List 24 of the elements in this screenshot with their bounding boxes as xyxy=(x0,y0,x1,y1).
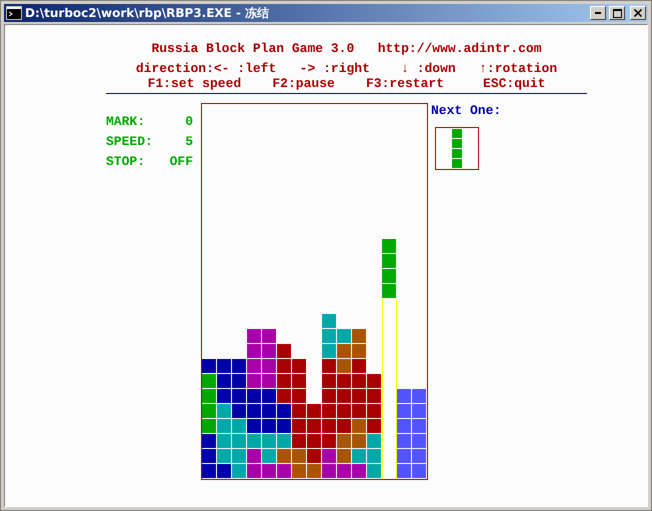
stat-label: MARK: xyxy=(106,114,146,129)
close-button[interactable] xyxy=(630,6,646,20)
stat-label: STOP: xyxy=(106,154,146,169)
close-icon xyxy=(634,9,642,17)
stat-value: OFF xyxy=(168,154,193,169)
drop-guide xyxy=(382,329,397,344)
keys-help: F1:set speed F2:pause F3:restart ESC:quit xyxy=(148,76,546,91)
controls-help: direction:<- :left -> :right ↓ :down ↑:rotation xyxy=(136,61,558,76)
maximize-button[interactable] xyxy=(609,6,625,20)
next-label: Next One: xyxy=(431,103,502,118)
drop-guide xyxy=(382,299,397,314)
drop-guide xyxy=(382,374,397,389)
drop-guide xyxy=(382,359,397,374)
maximize-icon xyxy=(612,8,622,18)
stat-value: 5 xyxy=(184,134,193,149)
stat-label: SPEED: xyxy=(106,134,154,149)
minimize-button[interactable] xyxy=(590,6,606,20)
game-title: Russia Block Plan Game 3.0 http://www.adintr.com xyxy=(151,41,542,56)
drop-guide xyxy=(382,314,397,329)
console-icon xyxy=(6,6,22,20)
window-title: D:\turboc2\work\rbp\RBP3.EXE - 冻结 xyxy=(25,4,270,22)
stat-value: 0 xyxy=(184,114,193,129)
minimize-icon xyxy=(595,12,601,14)
drop-guide xyxy=(382,344,397,359)
